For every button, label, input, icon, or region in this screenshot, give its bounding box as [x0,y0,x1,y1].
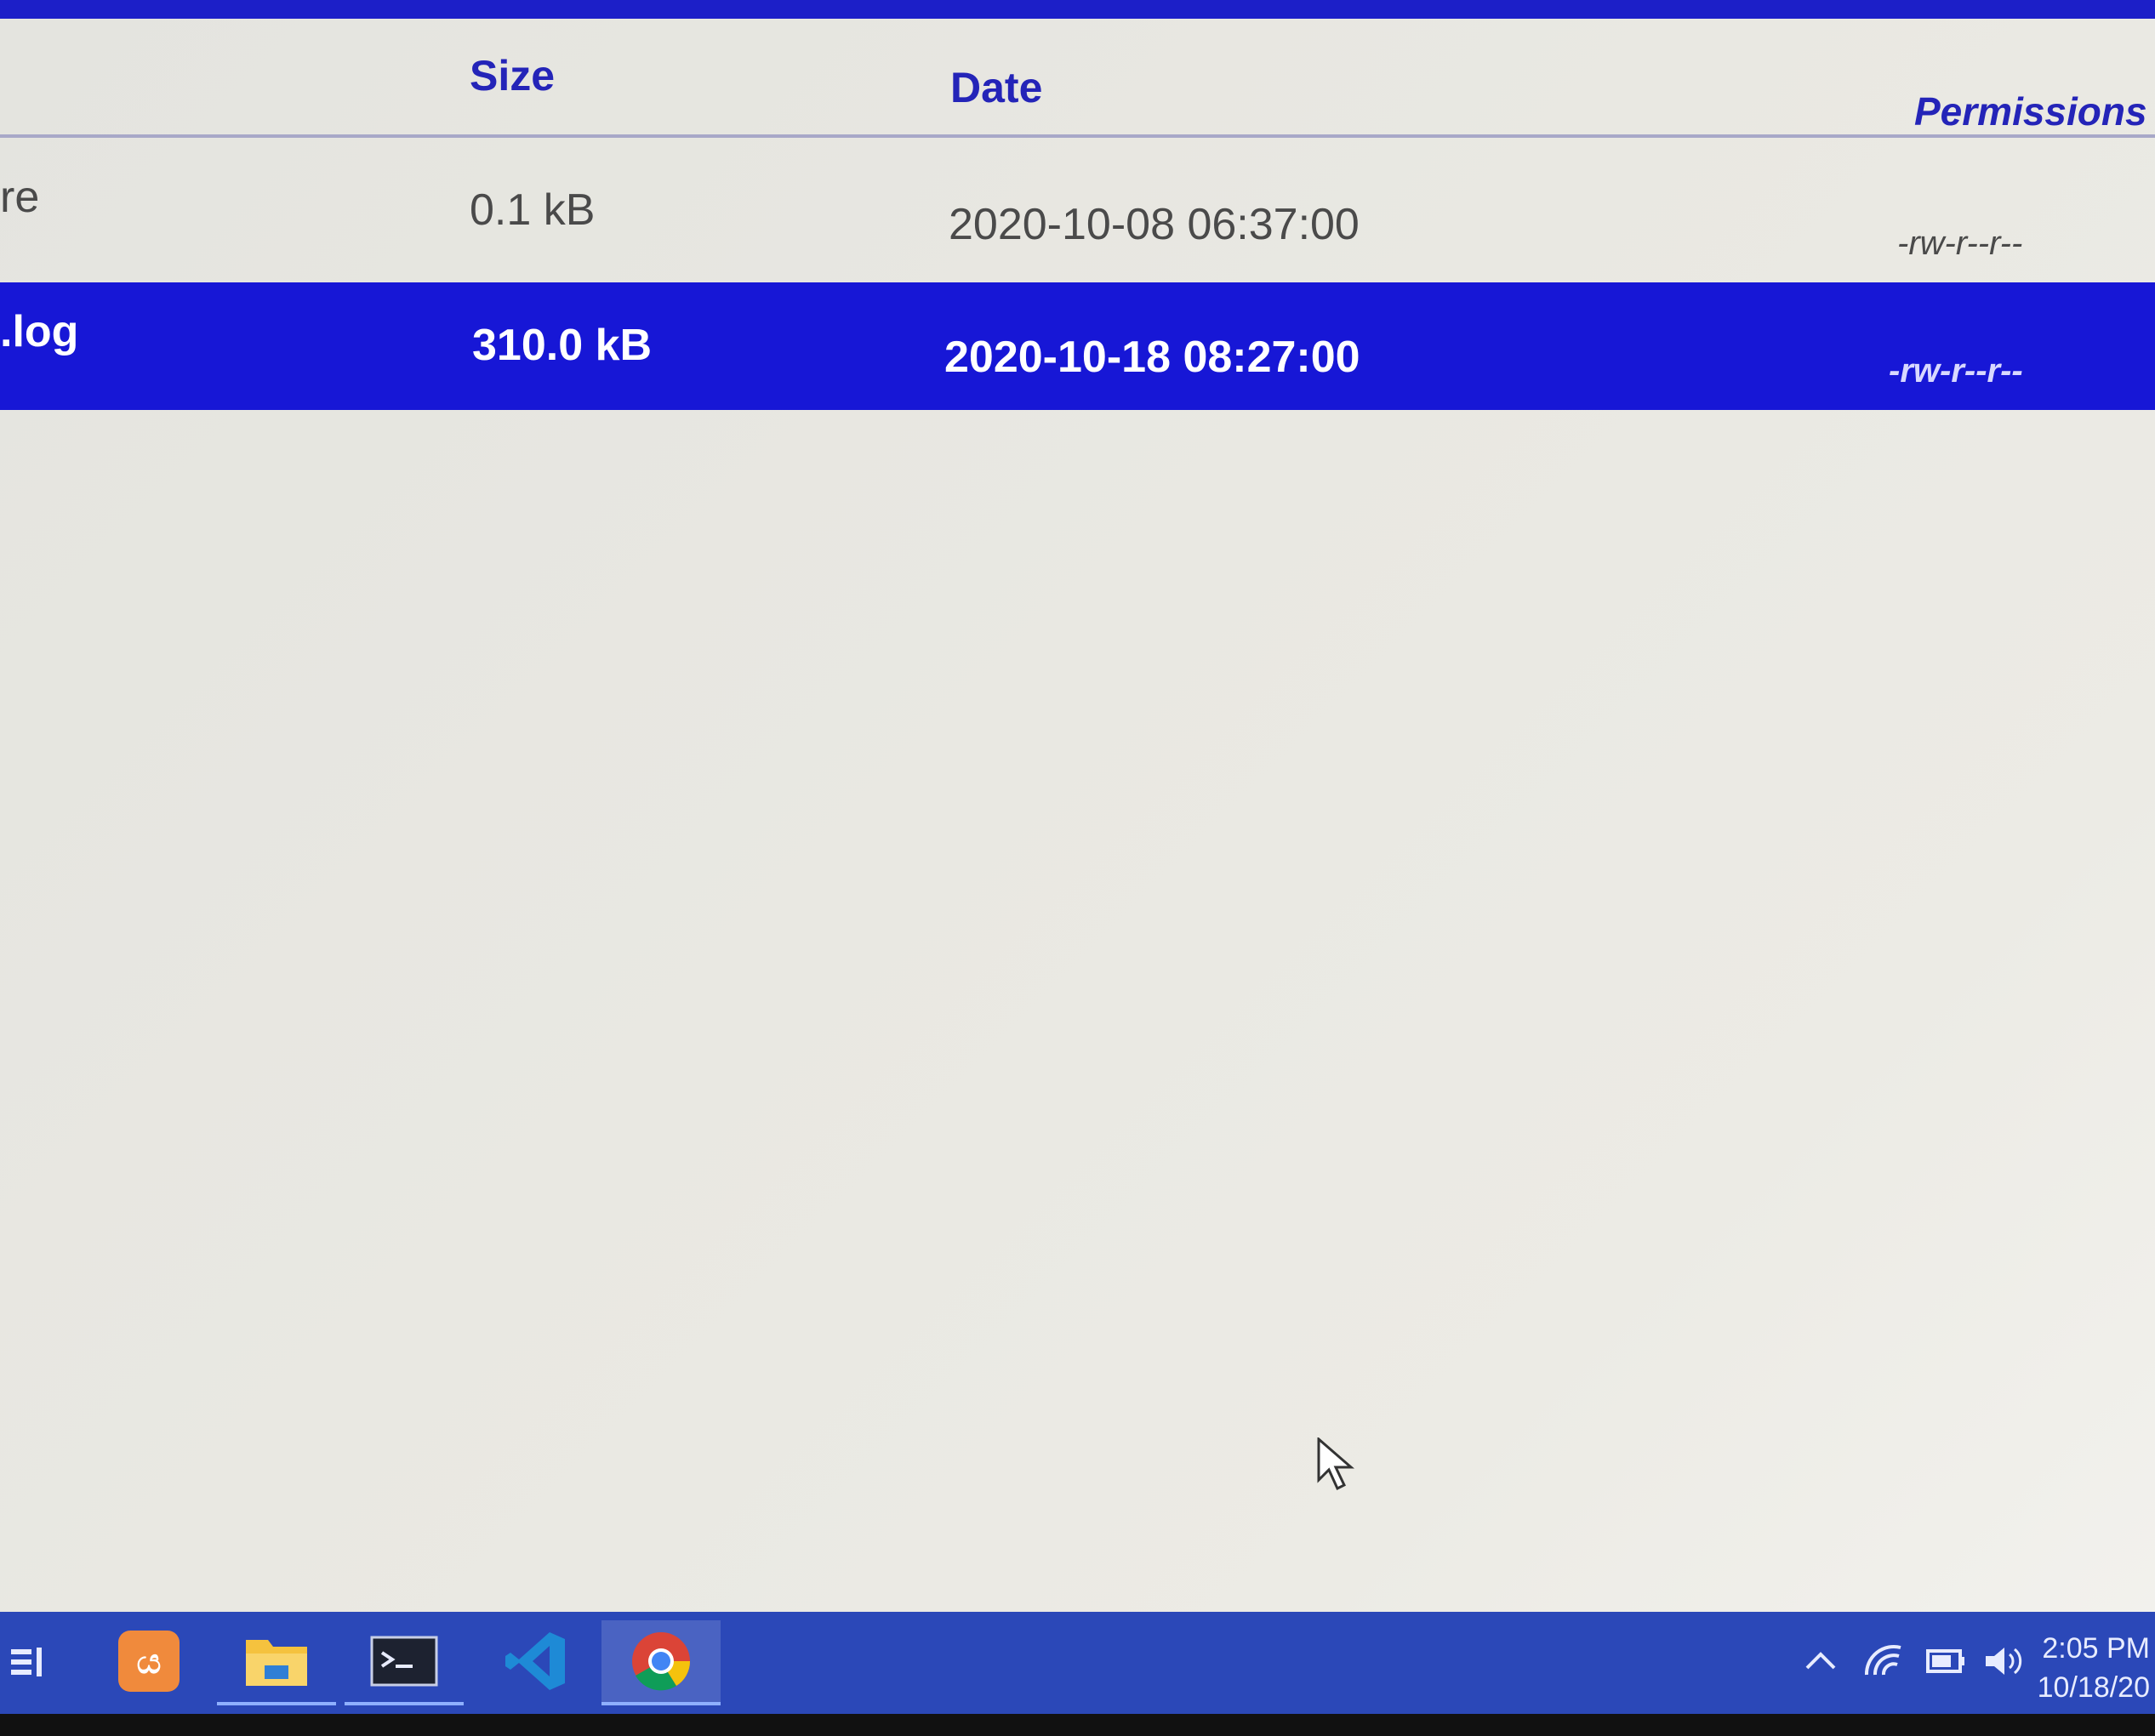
wifi-icon[interactable] [1863,1644,1904,1688]
header-divider [0,134,2155,138]
file-row-selected[interactable]: .log 310.0 kB 2020-10-18 08:27:00 -rw-r-… [0,282,2155,410]
clock-date: 10/18/20 [2037,1671,2150,1704]
task-view-button[interactable] [0,1620,60,1705]
terminal-button[interactable] [345,1620,464,1705]
file-permissions: -rw-r--r-- [1897,225,2023,262]
chrome-icon [629,1629,693,1698]
vscode-icon [502,1627,570,1699]
chrome-button[interactable] [601,1620,721,1705]
monitor-bezel [0,1714,2155,1736]
file-name: re [0,173,40,222]
file-date: 2020-10-18 08:27:00 [944,333,1360,382]
file-size: 0.1 kB [470,185,596,235]
date-column-header[interactable]: Date [950,63,1042,112]
battery-icon[interactable] [1923,1644,1967,1688]
file-explorer-icon [242,1631,311,1695]
clock-time: 2:05 PM [2042,1632,2150,1665]
file-date: 2020-10-08 06:37:00 [949,200,1360,249]
file-size: 310.0 kB [472,321,653,370]
svg-text:ය: ය [137,1643,162,1681]
permissions-column-header[interactable]: Permissions [1914,88,2147,134]
file-explorer-button[interactable] [217,1620,336,1705]
file-name: .log [0,307,79,356]
active-indicator [601,1702,721,1705]
column-header-row: Size Date Permissions [0,19,2155,146]
file-manager-window: Size Date Permissions re 0.1 kB 2020-10-… [0,0,2155,1736]
volume-icon[interactable] [1982,1644,2025,1688]
mouse-cursor-icon [1317,1436,1355,1496]
file-permissions: -rw-r--r-- [1889,352,2023,390]
vscode-button[interactable] [476,1620,596,1705]
active-indicator [345,1702,464,1705]
task-view-icon [9,1641,50,1686]
terminal-icon [370,1636,438,1691]
chevron-up-icon[interactable] [1804,1644,1838,1688]
file-row[interactable]: re 0.1 kB 2020-10-08 06:37:00 -rw-r--r-- [0,146,2155,274]
title-bar [0,0,2155,19]
active-indicator [217,1702,336,1705]
taskbar: ය 2:05 PM 10/18/20 [0,1612,2155,1714]
system-clock[interactable]: 2:05 PM 10/18/20 [2038,1629,2150,1707]
size-column-header[interactable]: Size [470,51,555,100]
xampp-icon: ය [115,1627,183,1699]
xampp-button[interactable]: ය [89,1620,208,1705]
